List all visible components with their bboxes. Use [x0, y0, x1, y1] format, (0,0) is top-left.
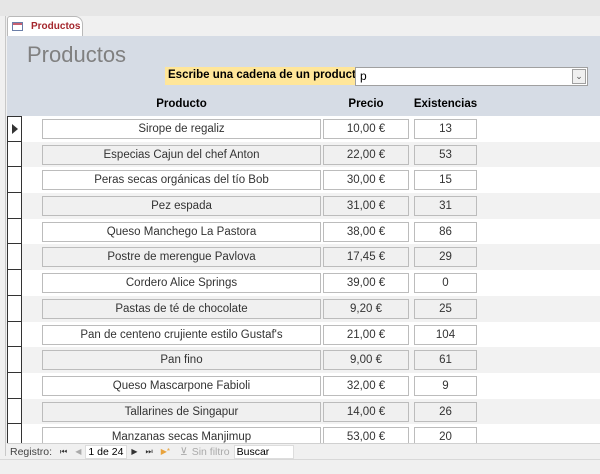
price-field[interactable]: 10,00 € [323, 119, 409, 139]
records-list: Sirope de regaliz 10,00 € 13 Especias Ca… [7, 116, 600, 443]
table-row: Pastas de té de chocolate 9,20 € 25 [7, 295, 600, 322]
product-field[interactable]: Pan de centeno crujiente estilo Gustaf's [42, 324, 321, 345]
tab-label: Productos [31, 21, 81, 32]
form-icon [12, 22, 23, 31]
status-bar [0, 459, 600, 474]
price-field[interactable]: 39,00 € [323, 273, 409, 294]
product-field[interactable]: Cordero Alice Springs [42, 273, 321, 294]
price-field[interactable]: 14,00 € [323, 401, 409, 422]
record-selector[interactable] [7, 321, 22, 348]
new-record-button[interactable]: ▶* [161, 447, 170, 456]
record-selector[interactable] [7, 372, 22, 399]
chevron-down-icon[interactable]: ⌄ [572, 69, 586, 84]
table-row: Queso Mascarpone Fabioli 32,00 € 9 [7, 372, 600, 399]
product-field[interactable]: Manzanas secas Manjimup [42, 427, 321, 443]
table-row: Pez espada 31,00 € 31 [7, 193, 600, 219]
record-selector[interactable] [7, 295, 22, 322]
record-selector[interactable] [7, 424, 22, 443]
navigation-pane-collapsed[interactable] [0, 16, 6, 456]
record-selector[interactable] [7, 270, 22, 296]
product-field[interactable]: Pan fino [42, 350, 321, 371]
ribbon-area [0, 0, 600, 16]
price-field[interactable]: 9,00 € [323, 350, 409, 371]
table-row: Pan de centeno crujiente estilo Gustaf's… [7, 321, 600, 348]
price-field[interactable]: 31,00 € [323, 196, 409, 217]
record-selector[interactable] [7, 218, 22, 245]
stock-field[interactable]: 31 [414, 196, 477, 217]
search-value: p [360, 69, 367, 83]
price-field[interactable]: 38,00 € [323, 221, 409, 242]
product-field[interactable]: Tallarines de Singapur [42, 401, 321, 422]
no-filter-button[interactable]: Sin filtro [192, 446, 230, 458]
column-header-product: Producto [156, 98, 207, 110]
product-search-combo[interactable]: p ⌄ [355, 67, 588, 86]
record-selector[interactable] [7, 244, 22, 271]
filter-icon: ⊻ [180, 445, 188, 458]
current-record-icon [12, 124, 18, 134]
product-field[interactable]: Pastas de té de chocolate [42, 298, 321, 319]
table-row: Postre de merengue Pavlova 17,45 € 29 [7, 244, 600, 271]
stock-field[interactable]: 26 [414, 401, 477, 422]
stock-field[interactable]: 86 [414, 221, 477, 242]
table-row: Manzanas secas Manjimup 53,00 € 20 [7, 424, 600, 443]
price-field[interactable]: 32,00 € [323, 375, 409, 396]
search-box[interactable]: Buscar [233, 444, 294, 459]
stock-field[interactable]: 25 [414, 298, 477, 319]
product-field[interactable]: Sirope de regaliz [42, 119, 321, 139]
current-record-input[interactable]: 1 de 24 [85, 444, 128, 459]
form-header: Productos Escribe una cadena de un produ… [7, 36, 600, 116]
price-field[interactable]: 53,00 € [323, 427, 409, 443]
stock-field[interactable]: 53 [414, 144, 477, 165]
record-selector[interactable] [7, 193, 22, 219]
record-selector[interactable] [7, 347, 22, 373]
record-selector[interactable] [7, 116, 22, 142]
table-row: Sirope de regaliz 10,00 € 13 [7, 116, 600, 142]
product-field[interactable]: Peras secas orgánicas del tío Bob [42, 170, 321, 191]
record-navigation-bar: Registro: ⏮ ◀ 1 de 24 ▶ ⏭ ▶* ⊻ Sin filtr… [7, 443, 600, 459]
column-header-stock: Existencias [413, 98, 478, 110]
price-field[interactable]: 21,00 € [323, 324, 409, 345]
record-label: Registro: [10, 445, 53, 458]
form-title: Productos [27, 42, 127, 67]
price-field[interactable]: 17,45 € [323, 247, 409, 268]
table-row: Peras secas orgánicas del tío Bob 30,00 … [7, 167, 600, 194]
column-header-price: Precio [348, 98, 384, 110]
price-field[interactable]: 30,00 € [323, 170, 409, 191]
product-field[interactable]: Postre de merengue Pavlova [42, 247, 321, 268]
stock-field[interactable]: 0 [414, 273, 477, 294]
stock-field[interactable]: 104 [414, 324, 477, 345]
table-row: Cordero Alice Springs 39,00 € 0 [7, 270, 600, 296]
stock-field[interactable]: 13 [414, 119, 477, 139]
product-field[interactable]: Pez espada [42, 196, 321, 217]
table-row: Especias Cajun del chef Anton 22,00 € 53 [7, 141, 600, 168]
table-row: Pan fino 9,00 € 61 [7, 347, 600, 373]
stock-field[interactable]: 61 [414, 350, 477, 371]
first-record-button[interactable]: ⏮ [60, 447, 67, 457]
stock-field[interactable]: 15 [414, 170, 477, 191]
last-record-button[interactable]: ⏭ [146, 447, 153, 457]
stock-field[interactable]: 9 [414, 375, 477, 396]
table-row: Tallarines de Singapur 14,00 € 26 [7, 398, 600, 425]
price-field[interactable]: 22,00 € [323, 144, 409, 165]
search-label: Escribe una cadena de un producto [165, 67, 366, 85]
record-selector[interactable] [7, 398, 22, 425]
record-selector[interactable] [7, 167, 22, 194]
product-field[interactable]: Especias Cajun del chef Anton [42, 144, 321, 165]
product-field[interactable]: Queso Manchego La Pastora [42, 221, 321, 242]
price-field[interactable]: 9,20 € [323, 298, 409, 319]
stock-field[interactable]: 29 [414, 247, 477, 268]
product-field[interactable]: Queso Mascarpone Fabioli [42, 375, 321, 396]
record-selector[interactable] [7, 141, 22, 168]
previous-record-button[interactable]: ◀ [75, 447, 81, 456]
next-record-button[interactable]: ▶ [131, 447, 137, 456]
table-row: Queso Manchego La Pastora 38,00 € 86 [7, 218, 600, 245]
stock-field[interactable]: 20 [414, 427, 477, 443]
tab-productos[interactable]: Productos [7, 16, 83, 36]
document-tabs: Productos [7, 16, 600, 36]
